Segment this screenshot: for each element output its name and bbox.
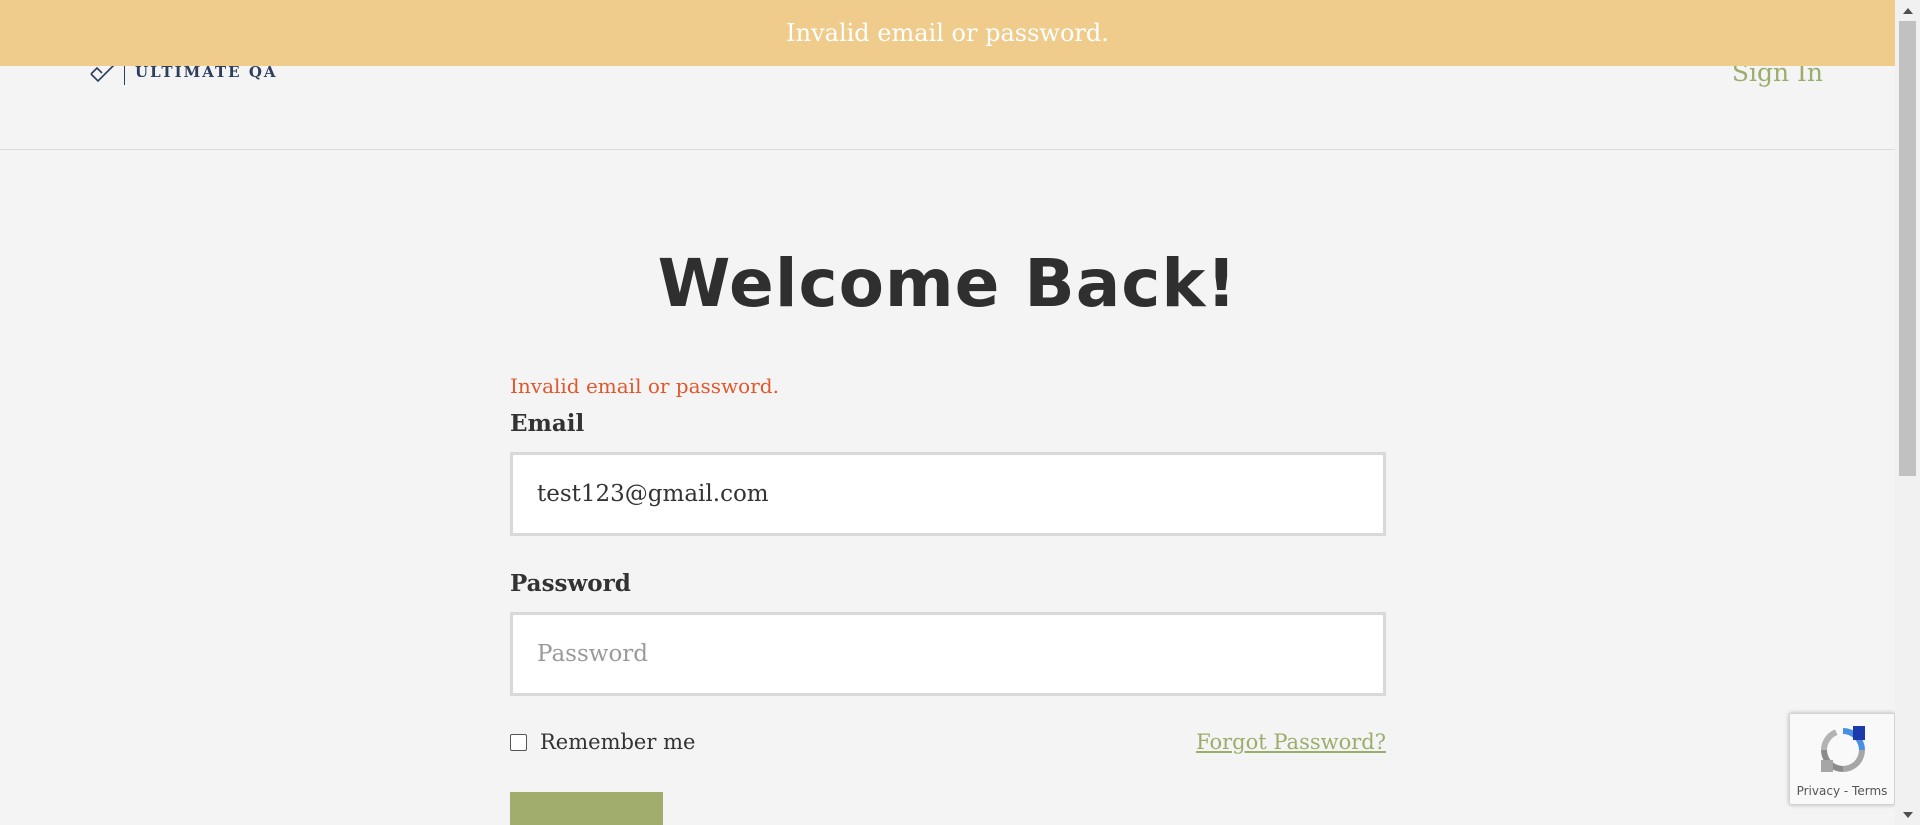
recaptcha-terms-link[interactable]: Terms <box>1852 784 1887 798</box>
recaptcha-privacy-link[interactable]: Privacy <box>1797 784 1840 798</box>
recaptcha-badge[interactable]: Privacy - Terms <box>1789 713 1895 805</box>
remember-me-checkbox[interactable] <box>510 733 527 751</box>
scroll-down-arrow-icon[interactable] <box>1895 806 1920 823</box>
password-label: Password <box>510 570 631 597</box>
flash-alert-banner: Invalid email or password. <box>0 0 1895 66</box>
remember-me: Remember me <box>510 730 695 754</box>
password-field[interactable] <box>510 612 1386 696</box>
vertical-scrollbar[interactable] <box>1895 0 1920 825</box>
form-error-message: Invalid email or password. <box>510 374 779 398</box>
scroll-up-arrow-icon[interactable] <box>1895 2 1920 19</box>
recaptcha-links: Privacy - Terms <box>1790 784 1894 798</box>
sign-in-form: Invalid email or password. Email Passwor… <box>510 374 1386 825</box>
page: ULTIMATE QA Sign In Invalid email or pas… <box>0 0 1920 825</box>
forgot-password-link[interactable]: Forgot Password? <box>1196 730 1386 754</box>
page-title: Welcome Back! <box>657 245 1238 322</box>
recaptcha-separator: - <box>1843 784 1849 798</box>
form-options-row: Remember me Forgot Password? <box>510 726 1386 758</box>
remember-me-label[interactable]: Remember me <box>540 730 695 754</box>
email-field[interactable] <box>510 452 1386 536</box>
email-label: Email <box>510 410 585 437</box>
sign-in-button[interactable]: Sign in <box>510 792 663 825</box>
scrollbar-thumb[interactable] <box>1899 21 1916 476</box>
recaptcha-icon <box>1821 726 1865 772</box>
